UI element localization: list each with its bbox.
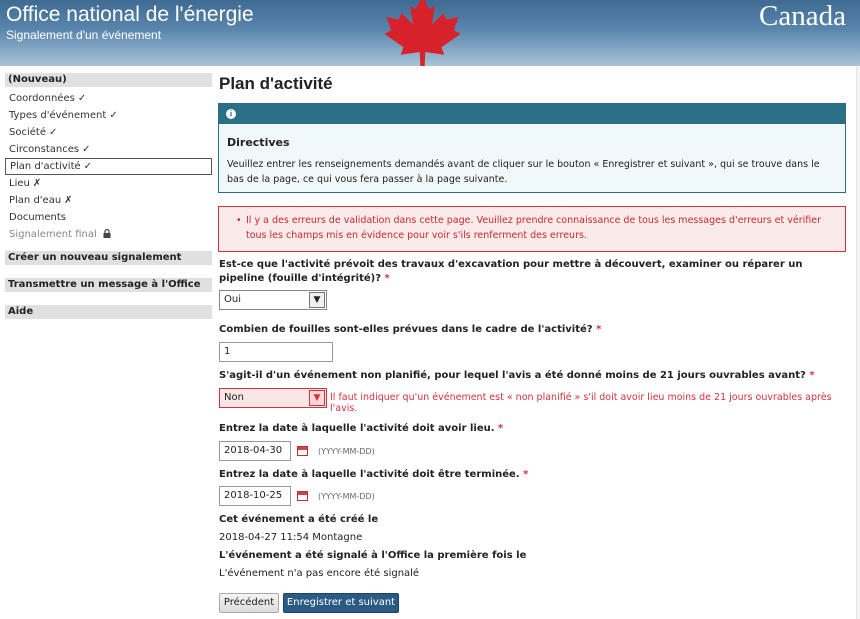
- sidebar-item-societe[interactable]: Société ✓: [5, 124, 212, 141]
- directives-text: Veuillez entrer les renseignements deman…: [227, 159, 820, 185]
- save-next-button[interactable]: Enregistrer et suivant: [283, 593, 399, 613]
- date-format-hint: (YYYY-MM-DD): [318, 492, 375, 501]
- fouilles-label-text: Combien de fouilles sont-elles prévues d…: [219, 324, 593, 335]
- non-planifie-select[interactable]: Non ▼: [219, 388, 327, 408]
- date-fin-label: Entrez la date à laquelle l'activité doi…: [219, 468, 528, 482]
- sidebar: (Nouveau) Coordonnées ✓ Types d'événement…: [5, 73, 212, 319]
- sidebar-item-label: Signalement final: [9, 229, 97, 240]
- sidebar-item-label: Plan d'eau: [9, 195, 62, 206]
- error-summary-text: Il y a des erreurs de validation dans ce…: [236, 213, 835, 243]
- chevron-down-icon[interactable]: ▼: [309, 292, 325, 308]
- directives-heading: Directives: [227, 136, 290, 149]
- sidebar-section-transmettre[interactable]: Transmettre un message à l'Office: [5, 278, 212, 292]
- scrollbar[interactable]: [856, 66, 860, 619]
- non-planifie-error: Il faut indiquer qu'un événement est « n…: [330, 392, 832, 414]
- excavation-select[interactable]: Oui ▼: [219, 290, 327, 310]
- sidebar-item-signalement-final: Signalement final: [5, 226, 212, 243]
- sidebar-item-coordonnees[interactable]: Coordonnées ✓: [5, 90, 212, 107]
- check-icon: ✓: [77, 93, 87, 104]
- date-fin-input[interactable]: 2018-10-25: [219, 486, 291, 506]
- directives-panel: i Directives Veuillez entrer les renseig…: [218, 103, 846, 193]
- non-planifie-label: S'agit-il d'un événement non planifié, p…: [219, 369, 849, 383]
- info-icon: i: [226, 109, 236, 119]
- required-marker: *: [498, 423, 504, 434]
- date-format-hint: (YYYY-MM-DD): [318, 447, 375, 456]
- sidebar-item-label: Lieu: [9, 178, 30, 189]
- calendar-icon[interactable]: [297, 446, 308, 456]
- maple-leaf-icon: [384, 0, 461, 66]
- canada-wordmark: Canada: [759, 0, 846, 32]
- sidebar-item-label: Coordonnées: [9, 93, 75, 104]
- org-name: Office national de l'énergie: [6, 3, 254, 26]
- date-debut-input[interactable]: 2018-04-30: [219, 441, 291, 461]
- lock-icon: [103, 228, 111, 238]
- required-marker: *: [809, 370, 815, 381]
- check-icon: ✓: [109, 110, 118, 121]
- excavation-label: Est-ce que l'activité prévoit des travau…: [219, 258, 849, 286]
- sidebar-item-types-evenement[interactable]: Types d'événement ✓: [5, 107, 212, 124]
- sidebar-item-label: Circonstances: [9, 144, 80, 155]
- sidebar-item-label: Documents: [9, 212, 67, 223]
- sidebar-item-lieu[interactable]: Lieu ✗: [5, 175, 212, 192]
- date-fin-label-text: Entrez la date à laquelle l'activité doi…: [219, 469, 520, 480]
- sidebar-list: Coordonnées ✓ Types d'événement ✓ Société ✓…: [5, 90, 212, 243]
- sidebar-section-aide[interactable]: Aide: [5, 305, 212, 319]
- required-marker: *: [596, 324, 602, 335]
- site-header: Office national de l'énergie Signalement…: [0, 0, 860, 66]
- fouilles-label: Combien de fouilles sont-elles prévues d…: [219, 323, 601, 337]
- sidebar-item-label: Types d'événement: [9, 110, 107, 121]
- error-summary: Il y a des erreurs de validation dans ce…: [218, 206, 846, 252]
- check-icon: ✓: [82, 144, 91, 155]
- directives-bar: i: [219, 104, 845, 124]
- reported-label: L'événement a été signalé à l'Office la …: [219, 550, 527, 561]
- non-planifie-label-text: S'agit-il d'un événement non planifié, p…: [219, 370, 806, 381]
- sidebar-item-plan-activite[interactable]: Plan d'activité ✓: [5, 158, 212, 175]
- required-marker: *: [384, 273, 390, 284]
- check-icon: ✓: [48, 127, 58, 138]
- required-marker: *: [523, 469, 529, 480]
- sidebar-section-creer[interactable]: Créer un nouveau signalement: [5, 251, 212, 265]
- created-value: 2018-04-27 11:54 Montagne: [219, 532, 363, 543]
- excavation-label-text: Est-ce que l'activité prévoit des travau…: [219, 259, 803, 284]
- chevron-down-icon[interactable]: ▼: [309, 390, 325, 406]
- page-title: Plan d'activité: [219, 74, 333, 93]
- sidebar-item-label: Plan d'activité: [10, 161, 81, 172]
- check-icon: ✓: [83, 161, 93, 172]
- date-debut-label-text: Entrez la date à laquelle l'activité doi…: [219, 423, 495, 434]
- excavation-select-value: Oui: [224, 294, 241, 305]
- reported-value: L'événement n'a pas encore été signalé: [219, 568, 420, 579]
- app-subtitle: Signalement d'un événement: [6, 28, 162, 42]
- sidebar-heading: (Nouveau): [5, 73, 212, 87]
- cross-icon: ✗: [64, 195, 73, 206]
- sidebar-item-documents[interactable]: Documents: [5, 209, 212, 226]
- cross-icon: ✗: [32, 178, 42, 189]
- fouilles-input[interactable]: 1: [219, 342, 333, 362]
- previous-button[interactable]: Précédent: [219, 593, 279, 613]
- date-debut-label: Entrez la date à laquelle l'activité doi…: [219, 422, 503, 436]
- sidebar-item-plan-eau[interactable]: Plan d'eau ✗: [5, 192, 212, 209]
- created-label: Cet événement a été créé le: [219, 514, 379, 525]
- sidebar-item-label: Société: [9, 127, 46, 138]
- non-planifie-select-value: Non: [224, 392, 244, 403]
- calendar-icon[interactable]: [297, 491, 308, 501]
- sidebar-item-circonstances[interactable]: Circonstances ✓: [5, 141, 212, 158]
